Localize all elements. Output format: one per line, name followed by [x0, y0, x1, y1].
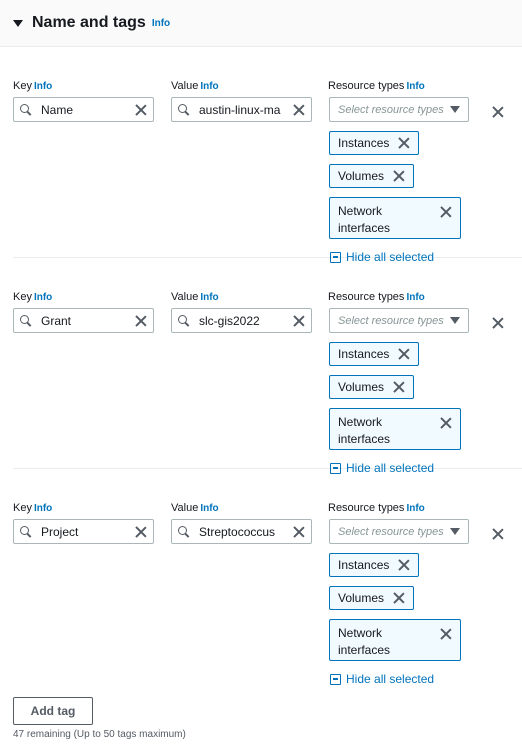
info-link[interactable]: Info [200, 81, 218, 92]
clear-icon[interactable] [135, 315, 147, 327]
resource-types-label: Resource types Info [328, 502, 425, 514]
collapse-caret-icon[interactable] [13, 20, 23, 27]
token-network-interfaces: Network interfaces [329, 408, 461, 450]
clear-icon[interactable] [135, 526, 147, 538]
token-network-interfaces: Network interfaces [329, 619, 461, 661]
key-input[interactable]: Project [13, 519, 154, 544]
search-icon [20, 314, 32, 327]
remove-token-icon[interactable] [440, 417, 452, 429]
remove-token-icon[interactable] [440, 206, 452, 218]
hide-all-selected-link[interactable]: Hide all selected [330, 672, 434, 686]
token-instances: Instances [329, 342, 420, 366]
resource-types-label: Resource types Info [328, 291, 425, 303]
clear-icon[interactable] [135, 104, 147, 116]
info-link[interactable]: Info [200, 292, 218, 303]
add-tag-button[interactable]: Add tag [13, 697, 93, 725]
token-instances: Instances [329, 131, 420, 155]
dropdown-caret-icon [450, 317, 460, 324]
value-input[interactable]: austin-linux-ma [171, 97, 312, 122]
select-placeholder: Select resource types [338, 525, 444, 538]
remove-tag-icon[interactable] [492, 106, 504, 118]
resource-types-select[interactable]: Select resource types [329, 308, 469, 333]
value-input[interactable]: slc-gis2022 [171, 308, 312, 333]
remaining-text: 47 remaining (Up to 50 tags maximum) [13, 729, 186, 740]
key-value: Name [41, 102, 74, 117]
tag-row: Key Info Value Info Resource types Info Pro… [13, 469, 522, 686]
search-icon [178, 525, 190, 538]
key-value: Project [41, 524, 79, 539]
token-network-interfaces: Network interfaces [329, 197, 461, 239]
key-value: Grant [41, 313, 72, 328]
remove-token-icon[interactable] [398, 559, 410, 571]
clear-icon[interactable] [293, 315, 305, 327]
remove-token-icon[interactable] [440, 628, 452, 640]
info-link[interactable]: Info [34, 81, 52, 92]
token-volumes: Volumes [329, 375, 415, 399]
info-link[interactable]: Info [152, 18, 170, 29]
remove-tag-icon[interactable] [492, 528, 504, 540]
resource-types-select[interactable]: Select resource types [329, 519, 469, 544]
collapse-box-icon [330, 673, 341, 685]
info-link[interactable]: Info [406, 292, 424, 303]
value-value: austin-linux-ma [199, 102, 281, 117]
select-placeholder: Select resource types [338, 314, 444, 327]
value-input[interactable]: Streptococcus [171, 519, 312, 544]
tag-row: Key Info Value Info Resource types Info Gra… [13, 258, 522, 475]
remove-tag-icon[interactable] [492, 317, 504, 329]
resource-types-label: Resource types Info [328, 80, 425, 92]
remove-token-icon[interactable] [393, 381, 405, 393]
dropdown-caret-icon [450, 106, 460, 113]
remove-token-icon[interactable] [393, 592, 405, 604]
value-value: slc-gis2022 [199, 313, 260, 328]
section-title: Name and tags [32, 14, 146, 31]
clear-icon[interactable] [293, 104, 305, 116]
resource-types-select[interactable]: Select resource types [329, 97, 469, 122]
clear-icon[interactable] [293, 526, 305, 538]
remove-token-icon[interactable] [393, 170, 405, 182]
key-label: Key Info [13, 502, 53, 514]
key-label: Key Info [13, 291, 53, 303]
token-instances: Instances [329, 553, 420, 577]
info-link[interactable]: Info [200, 503, 218, 514]
info-link[interactable]: Info [406, 81, 424, 92]
search-icon [20, 525, 32, 538]
search-icon [20, 103, 32, 116]
value-label: Value Info [171, 80, 219, 92]
remove-token-icon[interactable] [398, 137, 410, 149]
value-label: Value Info [171, 291, 219, 303]
value-label: Value Info [171, 502, 219, 514]
key-input[interactable]: Name [13, 97, 154, 122]
key-input[interactable]: Grant [13, 308, 154, 333]
dropdown-caret-icon [450, 528, 460, 535]
remove-token-icon[interactable] [398, 348, 410, 360]
section-header[interactable]: Name and tags Info [0, 0, 522, 47]
search-icon [178, 103, 190, 116]
key-label: Key Info [13, 80, 53, 92]
tag-row: Key Info Value Info Resource types Info Nam… [13, 47, 522, 264]
search-icon [178, 314, 190, 327]
info-link[interactable]: Info [34, 292, 52, 303]
value-value: Streptococcus [199, 524, 276, 539]
info-link[interactable]: Info [406, 503, 424, 514]
token-volumes: Volumes [329, 586, 415, 610]
select-placeholder: Select resource types [338, 103, 444, 116]
info-link[interactable]: Info [34, 503, 52, 514]
token-volumes: Volumes [329, 164, 415, 188]
